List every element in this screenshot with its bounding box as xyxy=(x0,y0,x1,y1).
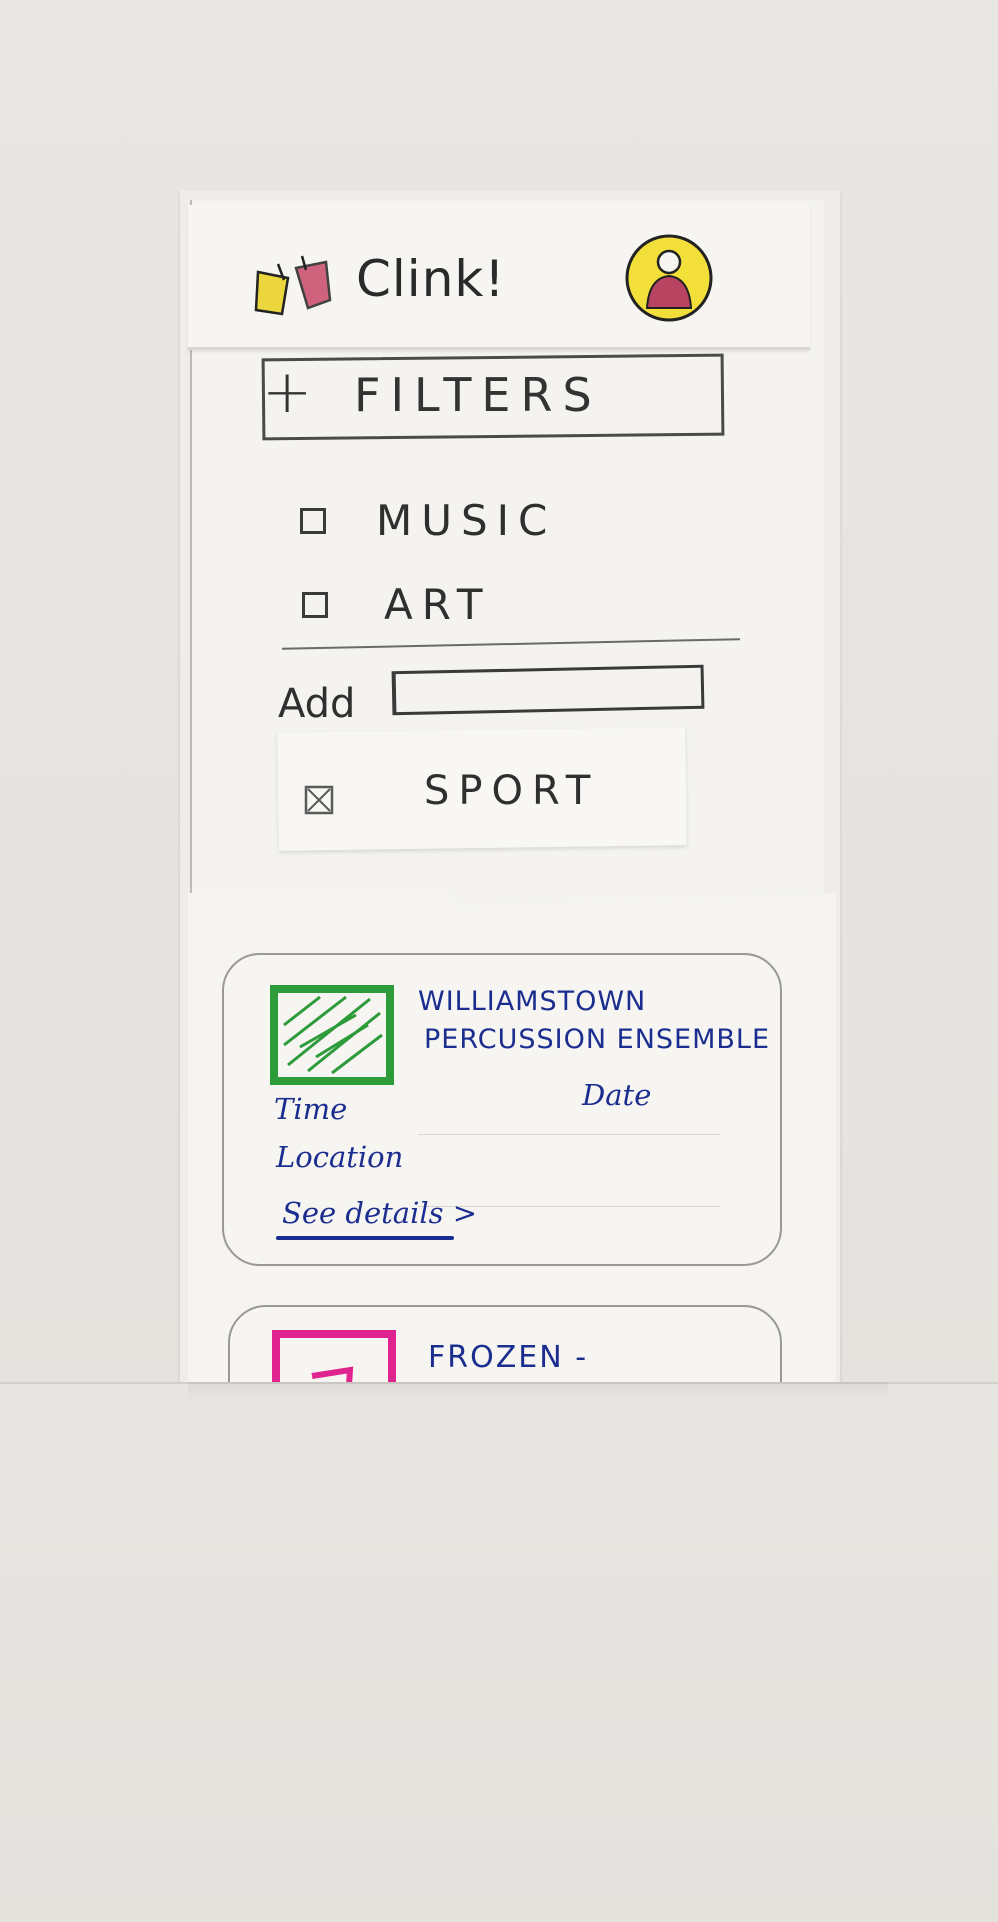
event-title-line1: WILLIAMSTOWN xyxy=(418,986,647,1017)
add-filter-input[interactable] xyxy=(391,664,705,716)
music-option-label: MUSIC xyxy=(376,496,557,545)
event-title-line2: PERCUSSION ENSEMBLE xyxy=(424,1024,771,1055)
user-avatar-icon[interactable] xyxy=(623,232,715,324)
sport-option-label: SPORT xyxy=(424,768,600,814)
event-date: Date xyxy=(582,1078,652,1112)
event-time: Time xyxy=(274,1092,348,1126)
sport-checkbox[interactable] xyxy=(304,785,334,815)
app-title: Clink! xyxy=(356,250,506,308)
filters-plus-icon[interactable]: + xyxy=(262,362,312,422)
add-filter-label: Add xyxy=(278,681,356,727)
cover-paper xyxy=(0,1382,998,1922)
art-checkbox[interactable] xyxy=(302,592,328,618)
see-details-link[interactable]: See details > xyxy=(282,1196,477,1230)
music-checkbox[interactable] xyxy=(300,508,326,534)
drink-cups-icon xyxy=(250,250,345,322)
event-location: Location xyxy=(276,1140,404,1174)
card-line xyxy=(418,1134,720,1135)
event-title-line1: FROZEN - xyxy=(428,1340,589,1375)
art-option-label: ART xyxy=(384,580,492,629)
event-thumbnail-icon xyxy=(270,985,394,1085)
filters-label[interactable]: FILTERS xyxy=(354,368,602,422)
see-details-underline xyxy=(276,1236,454,1240)
cover-paper-shade xyxy=(188,1382,888,1402)
